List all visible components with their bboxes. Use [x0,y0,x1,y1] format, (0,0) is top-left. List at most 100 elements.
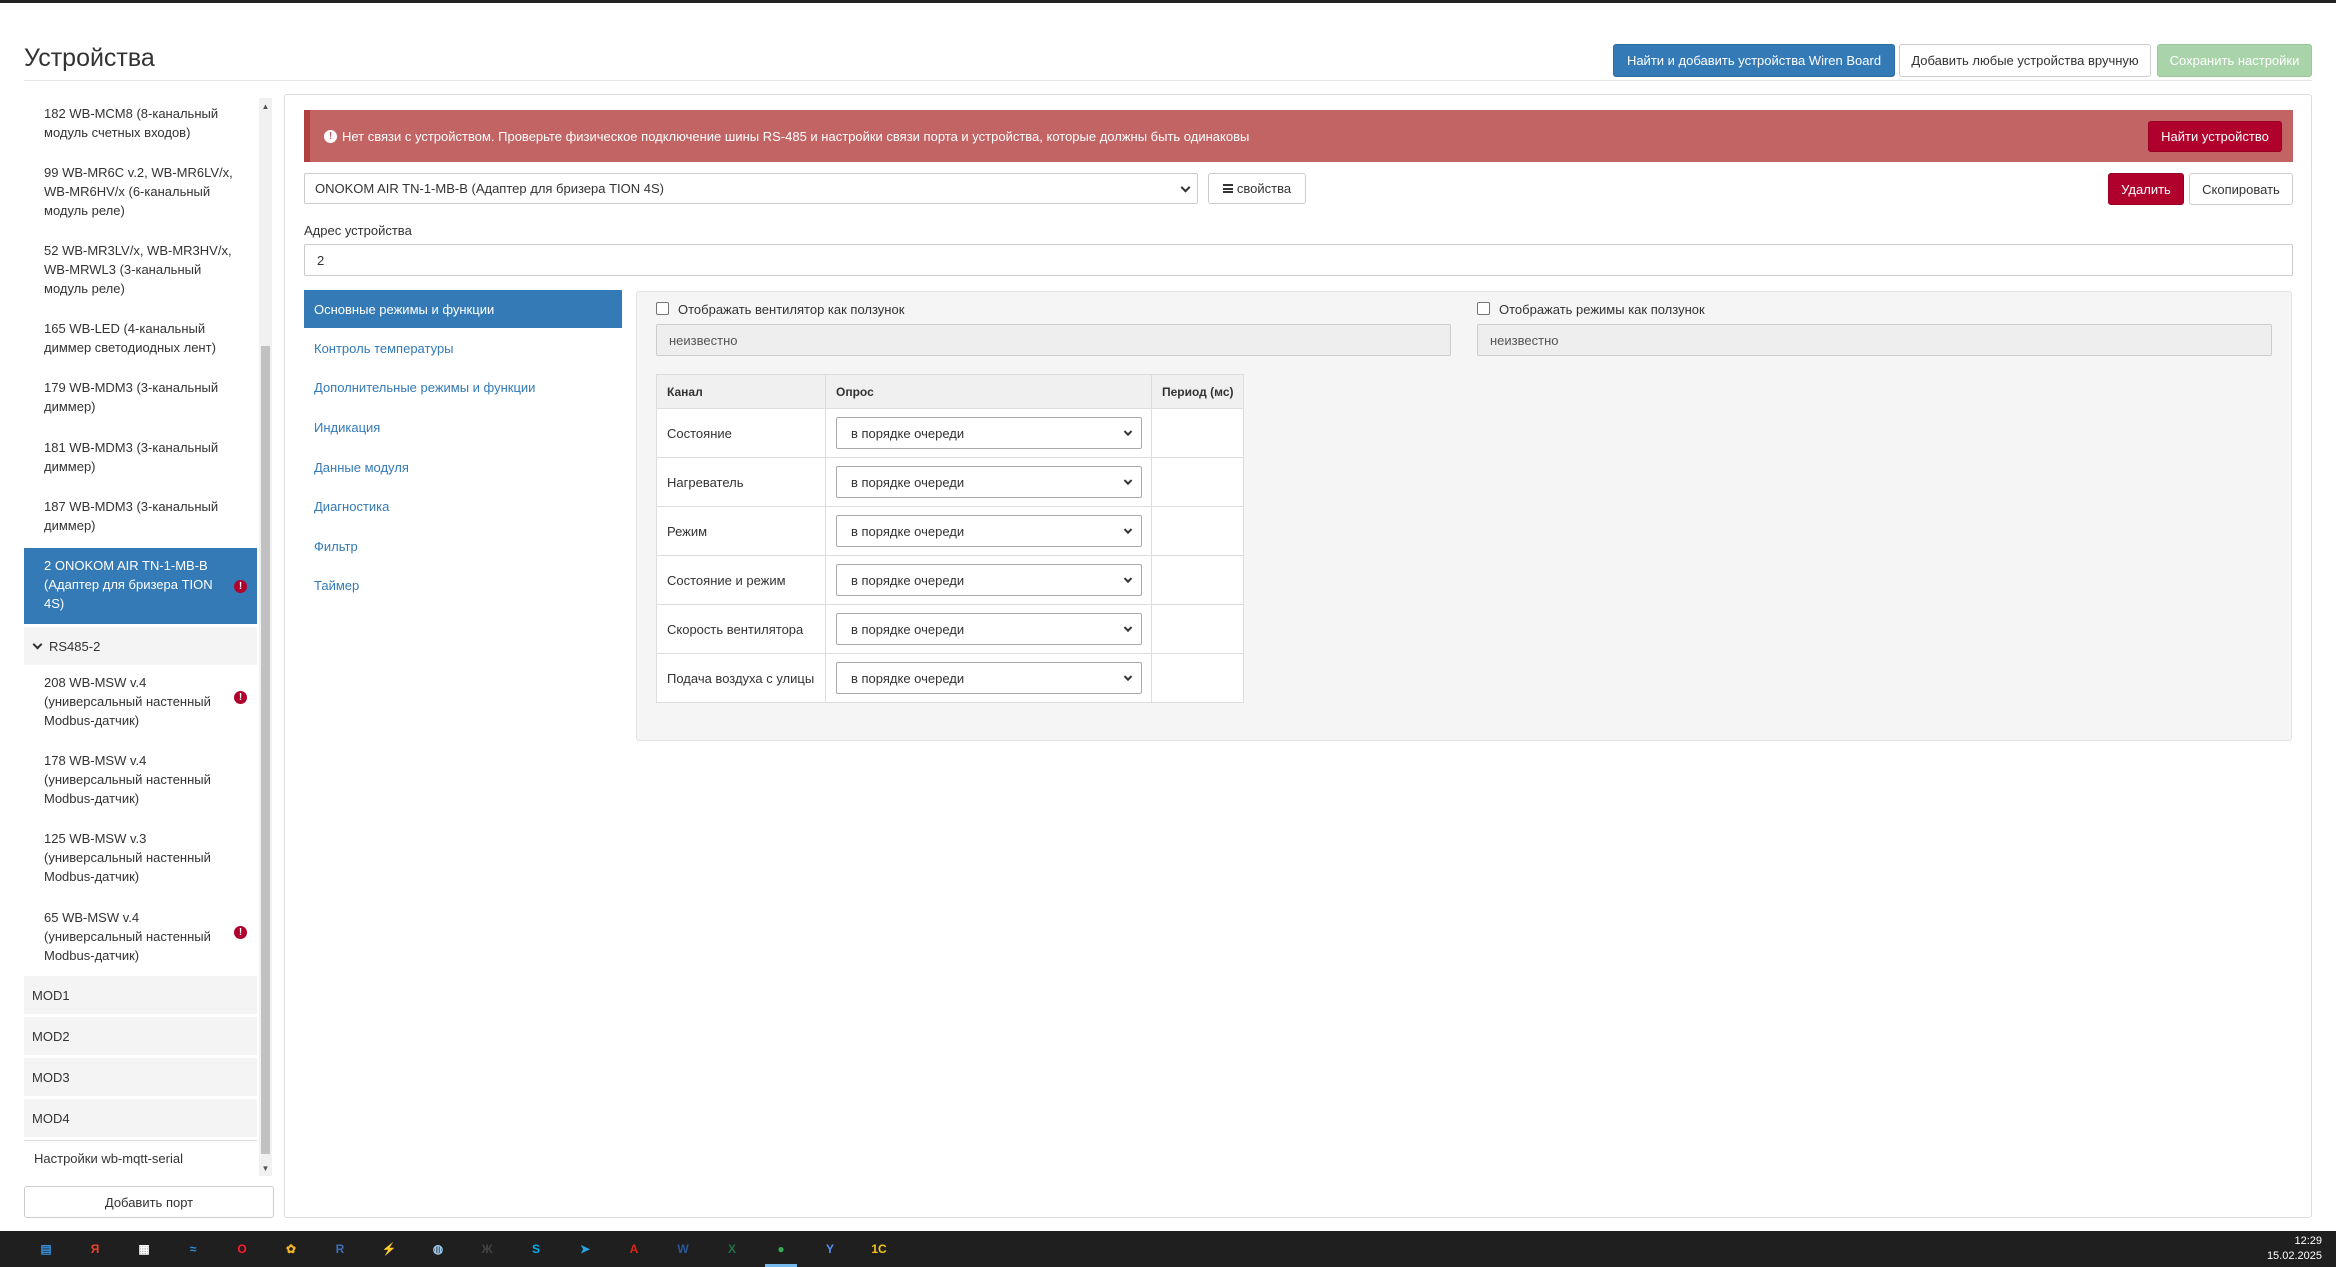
sidebar-scrollbar[interactable]: ▲ ▼ [259,98,272,1176]
port-group-rs485-2[interactable]: RS485-2 [24,627,257,665]
tab-5[interactable]: Данные модуля [304,448,622,486]
header-divider [24,80,2312,81]
sidebar-item-label: 65 WB-MSW v.4 [44,910,140,925]
channel-name: Нагреватель [656,457,826,507]
modes-value-field: неизвестно [1477,324,2272,356]
period-cell[interactable] [1151,555,1244,605]
sidebar-item-label: WB-MR6HV/x (6-канальный [44,184,211,199]
yandex-icon[interactable]: Я [83,1237,107,1261]
poll-mode-select[interactable]: в порядке очереди [836,564,1142,596]
device-type-select[interactable]: ONOKOM AIR TN-1-MB-B (Адаптер для бризер… [304,173,1198,204]
fan-slider-checkbox[interactable] [656,302,669,315]
apps-icon[interactable]: ▦ [132,1237,156,1261]
sidebar-item-device[interactable]: 125 WB-MSW v.3 (универсальный настенный Mo… [24,827,257,891]
tab-1[interactable]: Основные режимы и функции [304,290,622,328]
scroll-down-icon[interactable]: ▼ [259,1160,272,1176]
tab-3[interactable]: Дополнительные режимы и функции [304,368,622,406]
period-cell[interactable] [1151,408,1244,458]
sidebar-item-label: 187 WB-MDM3 (3-канальный [44,499,219,514]
notes-icon[interactable]: ⚡ [377,1237,401,1261]
poll-cell: в порядке очереди [825,408,1152,458]
add-manual-devices-button[interactable]: Добавить любые устройства вручную [1899,44,2151,77]
sidebar-item-active-device[interactable]: 2 ONOKOM AIR TN-1-MB-B (Адаптер для бризе… [24,548,257,624]
taskbar-clock[interactable]: 12:29 15.02.2025 [2267,1234,2322,1264]
poll-mode-select[interactable]: в порядке очереди [836,662,1142,694]
sidebar-item-label: Modbus-датчик) [44,869,140,884]
chrome-icon[interactable]: ● [769,1237,793,1261]
poll-mode-value: в порядке очереди [851,474,965,490]
table-row: Нагреватель в порядке очереди [656,457,1244,507]
save-settings-button[interactable]: Сохранить настройки [2157,44,2312,77]
sidebar-item-label: 52 WB-MR3LV/x, WB-MR3HV/x, [44,243,232,258]
sidebar-item-device[interactable]: 52 WB-MR3LV/x, WB-MR3HV/x, WB-MRWL3 (3-ка… [24,239,257,303]
error-icon: ! [234,926,247,939]
period-cell[interactable] [1151,653,1244,703]
tab-8[interactable]: Таймер [304,566,622,604]
table-row: Состояние и режим в порядке очереди [656,555,1244,605]
chevron-down-icon [1123,574,1133,584]
column-header-period: Период (мс) [1151,374,1244,409]
sidebar-scroll-thumb[interactable] [261,346,270,1154]
poll-mode-select[interactable]: в порядке очереди [836,515,1142,547]
error-icon: ! [234,580,247,593]
yandex-browser-icon[interactable]: Y [818,1237,842,1261]
poll-mode-select[interactable]: в порядке очереди [836,417,1142,449]
skype-icon[interactable]: S [524,1237,548,1261]
period-cell[interactable] [1151,604,1244,654]
modes-slider-checkbox[interactable] [1477,302,1490,315]
period-cell[interactable] [1151,506,1244,556]
fan-slider-label: Отображать вентилятор как ползунок [678,302,905,317]
onec-icon[interactable]: 1С [867,1237,891,1261]
widgets-icon[interactable]: ✿ [279,1237,303,1261]
clock-time: 12:29 [2294,1235,2322,1247]
clock-date: 15.02.2025 [2266,1250,2322,1262]
find-add-devices-button[interactable]: Найти и добавить устройства Wiren Board [1613,44,1895,77]
sidebar-item-device[interactable]: 165 WB-LED (4-канальный диммер светодиодн… [24,317,257,361]
sidebar-item-label: модуль счетных входов) [44,125,191,140]
modes-slider-label: Отображать режимы как ползунок [1499,302,1705,317]
word-icon[interactable]: W [671,1237,695,1261]
delete-device-button[interactable]: Удалить [2108,173,2184,205]
port-mod3[interactable]: MOD3 [24,1058,257,1096]
sidebar-item-device[interactable]: 99 WB-MR6C v.2, WB-MR6LV/x, WB-MR6HV/x (6… [24,161,257,225]
sidebar-item-label: (универсальный настенный [44,850,211,865]
explorer-icon[interactable]: ▤ [34,1237,58,1261]
tab-2[interactable]: Контроль температуры [304,329,622,367]
sidebar-item-label: диммер светодиодных лент) [44,340,216,355]
port-mod4[interactable]: MOD4 [24,1099,257,1137]
poll-mode-select[interactable]: в порядке очереди [836,613,1142,645]
sidebar-item-device[interactable]: 187 WB-MDM3 (3-канальный диммер) [24,495,257,539]
weather-icon[interactable]: ≈ [181,1237,205,1261]
table-header-row: Канал Опрос Период (мс) [656,374,1244,409]
sidebar-item-device[interactable]: 181 WB-MDM3 (3-канальный диммер) [24,436,257,480]
telegram-icon[interactable]: ➤ [573,1237,597,1261]
tab-7[interactable]: Фильтр [304,527,622,565]
tab-4[interactable]: Индикация [304,408,622,446]
serial-settings-item[interactable]: Настройки wb-mqtt-serial [24,1140,257,1176]
port-mod2[interactable]: MOD2 [24,1017,257,1055]
chevron-down-icon [1123,672,1133,682]
opera-icon[interactable]: O [230,1237,254,1261]
excel-icon[interactable]: X [720,1237,744,1261]
sidebar-item-device[interactable]: 178 WB-MSW v.4 (универсальный настенный Mo… [24,749,257,813]
sidebar-item-device[interactable]: 182 WB-MCM8 (8-канальный модуль счетных в… [24,102,257,146]
poll-mode-select[interactable]: в порядке очереди [836,466,1142,498]
acrobat-icon[interactable]: A [622,1237,646,1261]
port-mod1[interactable]: MOD1 [24,976,257,1014]
table-row: Подача воздуха с улицы в порядке очереди [656,653,1244,703]
copy-device-button[interactable]: Скопировать [2189,173,2293,205]
winbox-icon[interactable]: Ж [475,1237,499,1261]
channel-name: Скорость вентилятора [656,604,826,654]
find-device-button[interactable]: Найти устройство [2148,121,2282,152]
sidebar-item-device[interactable]: 65 WB-MSW v.4 (универсальный настенный Mod… [24,906,257,970]
tab-6[interactable]: Диагностика [304,487,622,525]
properties-button[interactable]: свойства [1208,173,1306,204]
rdp-icon[interactable]: R [328,1237,352,1261]
address-input[interactable]: 2 [304,244,2293,276]
add-port-button[interactable]: Добавить порт [24,1186,274,1218]
sidebar-item-device[interactable]: 179 WB-MDM3 (3-канальный диммер) [24,376,257,420]
period-cell[interactable] [1151,457,1244,507]
scroll-up-icon[interactable]: ▲ [259,98,272,114]
security-icon[interactable]: ◍ [426,1237,450,1261]
sidebar-item-device[interactable]: 208 WB-MSW v.4 (универсальный настенный Mo… [24,671,257,735]
